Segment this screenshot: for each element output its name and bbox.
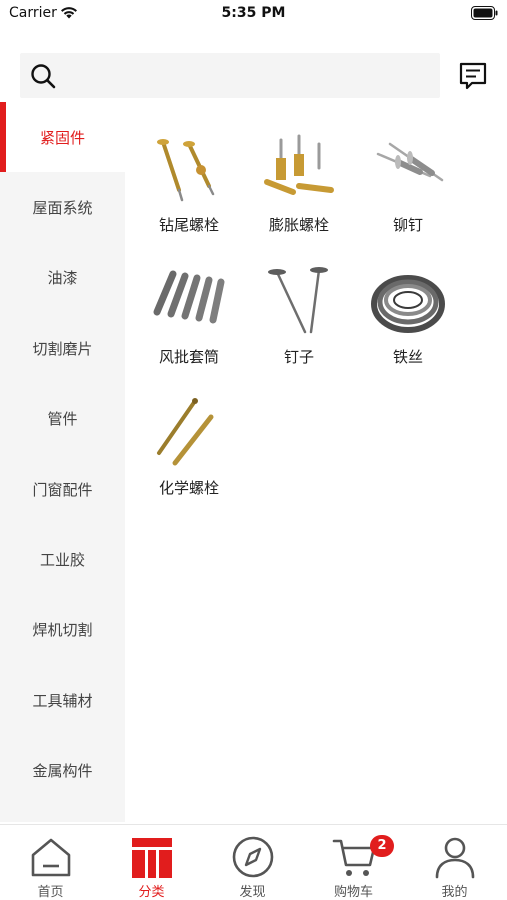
compass-icon [232, 836, 274, 878]
cart-badge: 2 [370, 835, 394, 857]
product-name: 风批套筒 [158, 348, 219, 366]
tab-profile[interactable]: 我的 [404, 825, 505, 900]
sidebar-item-fasteners[interactable]: 紧固件 [0, 102, 125, 172]
profile-icon [435, 837, 475, 879]
category-icon [132, 838, 172, 878]
cart-icon [332, 839, 376, 876]
sidebar-item-label: 金属构件 [32, 761, 93, 780]
sidebar-item-label: 工具辅材 [32, 691, 93, 710]
sidebar-item-door-window[interactable]: 门窗配件 [0, 454, 125, 524]
sidebar-item-label: 门窗配件 [32, 480, 93, 499]
tab-label: 我的 [441, 885, 468, 900]
tab-label: 发现 [239, 885, 266, 900]
sidebar-item-cutting-discs[interactable]: 切割磨片 [0, 313, 125, 383]
self-drilling-screw-image [157, 139, 215, 202]
tab-label: 首页 [37, 885, 64, 900]
product-name: 化学螺栓 [158, 479, 219, 497]
status-bar: Carrier 5:35 PM [0, 0, 507, 30]
product-name: 铆钉 [392, 216, 423, 234]
chemical-anchor-image [157, 398, 214, 466]
bottom-tab-bar: 首页 分类 发现 2 购物车 我的 [0, 824, 507, 900]
product-name: 膨胀螺栓 [268, 216, 329, 234]
sidebar-item-label: 紧固件 [39, 128, 85, 147]
category-sidebar: 紧固件 屋面系统 油漆 切割磨片 管件 门窗配件 工业胶 焊机切割 工具辅材 金… [0, 102, 125, 822]
status-time: 5:35 PM [221, 5, 286, 21]
tab-category[interactable]: 分类 [101, 825, 202, 900]
nail-image [268, 267, 328, 334]
sidebar-item-label: 工业胶 [39, 550, 85, 569]
tab-home[interactable]: 首页 [0, 825, 101, 900]
sidebar-item-industrial-glue[interactable]: 工业胶 [0, 524, 125, 594]
wire-coil-image [371, 275, 445, 333]
product-item[interactable]: 风批套筒 [134, 262, 244, 382]
socket-bit-image [153, 270, 225, 324]
sidebar-item-label: 屋面系统 [32, 198, 93, 217]
sidebar-item-label: 切割磨片 [32, 339, 93, 358]
search-input[interactable] [20, 53, 440, 98]
sidebar-item-tools[interactable]: 工具辅材 [0, 665, 125, 735]
sidebar-item-paint[interactable]: 油漆 [0, 242, 125, 312]
sidebar-item-pipe-fittings[interactable]: 管件 [0, 383, 125, 453]
sidebar-item-label: 焊机切割 [32, 620, 93, 639]
battery-icon [471, 6, 498, 20]
product-name: 钻尾螺栓 [158, 216, 219, 234]
home-icon [31, 838, 71, 877]
sidebar-item-roofing[interactable]: 屋面系统 [0, 172, 125, 242]
product-item[interactable]: 钻尾螺栓 [134, 130, 244, 250]
search-icon [31, 64, 56, 89]
product-item[interactable]: 膨胀螺栓 [244, 130, 354, 250]
sidebar-item-label: 油漆 [47, 268, 78, 287]
product-name: 铁丝 [392, 348, 423, 366]
tab-cart[interactable]: 2 购物车 [303, 825, 404, 900]
product-item[interactable]: 钉子 [244, 262, 354, 382]
tab-label: 购物车 [333, 885, 373, 900]
product-item[interactable]: 化学螺栓 [134, 393, 244, 513]
product-item[interactable]: 铁丝 [353, 262, 463, 382]
sidebar-item-label: 管件 [47, 409, 78, 428]
tab-label: 分类 [138, 885, 165, 900]
product-item[interactable]: 铆钉 [353, 130, 463, 250]
product-name: 钉子 [283, 348, 314, 366]
expansion-bolt-image [264, 134, 334, 195]
rivet-image [376, 142, 444, 182]
tab-discover[interactable]: 发现 [202, 825, 303, 900]
message-icon[interactable] [458, 62, 488, 90]
sidebar-item-metal-parts[interactable]: 金属构件 [0, 735, 125, 805]
sidebar-item-welding[interactable]: 焊机切割 [0, 594, 125, 664]
